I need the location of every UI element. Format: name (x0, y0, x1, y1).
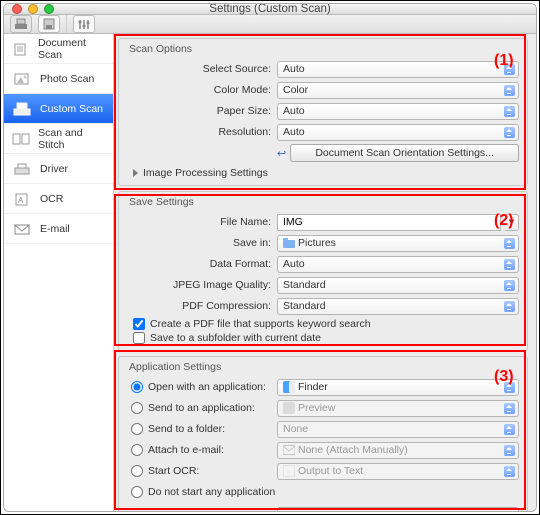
pdf-keyword-checkbox[interactable] (133, 318, 145, 330)
window-title: Settings (Custom Scan) (4, 3, 536, 15)
orientation-reset-icon[interactable]: ↩︎ (277, 147, 286, 160)
ocr-icon: A (12, 192, 32, 206)
orientation-settings-button[interactable]: Document Scan Orientation Settings... (290, 144, 519, 162)
start-ocr-radio[interactable] (131, 465, 143, 477)
save-settings-group: Save Settings File Name: ▾ Save in: Pict… (118, 191, 528, 351)
save-settings-title: Save Settings (129, 196, 519, 208)
finder-icon (283, 381, 295, 393)
preview-icon (283, 402, 295, 414)
scan-options-title: Scan Options (129, 43, 519, 55)
sidebar-item-ocr[interactable]: A OCR (4, 184, 113, 214)
data-format-dropdown[interactable]: Auto (277, 256, 519, 273)
pdf-compression-label: PDF Compression: (127, 300, 277, 312)
pdf-compression-dropdown[interactable]: Standard (277, 298, 519, 315)
open-with-radio[interactable] (131, 381, 143, 393)
jpeg-quality-dropdown[interactable]: Standard (277, 277, 519, 294)
sidebar-item-label: Driver (40, 163, 68, 175)
sidebar-item-label: Photo Scan (40, 73, 94, 85)
application-settings-group: Application Settings Open with an applic… (118, 356, 528, 512)
select-source-label: Select Source: (127, 63, 277, 75)
toolbar-separator (66, 15, 67, 33)
send-app-dropdown[interactable]: Preview (277, 400, 519, 417)
resolution-dropdown[interactable]: Auto (277, 124, 519, 141)
save-in-label: Save in: (127, 237, 277, 249)
settings-window: Settings (Custom Scan) Document Scan Pho… (3, 3, 537, 512)
collapse-triangle-icon (133, 169, 138, 177)
sidebar-item-driver[interactable]: Driver (4, 154, 113, 184)
color-mode-label: Color Mode: (127, 84, 277, 96)
folder-icon (283, 238, 295, 248)
send-folder-radio[interactable] (131, 423, 143, 435)
application-settings-title: Application Settings (129, 361, 519, 373)
color-mode-dropdown[interactable]: Color (277, 82, 519, 99)
sidebar-item-label: E-mail (40, 223, 70, 235)
sidebar-item-photo-scan[interactable]: Photo Scan (4, 64, 113, 94)
sidebar: Document Scan Photo Scan Custom Scan Sca… (4, 34, 114, 512)
more-functions-button[interactable]: More Functions (277, 507, 519, 512)
sidebar-item-label: Scan and Stitch (38, 127, 105, 151)
select-source-dropdown[interactable]: Auto (277, 61, 519, 78)
pdf-keyword-label: Create a PDF file that supports keyword … (150, 318, 371, 330)
email-icon (12, 222, 32, 236)
send-folder-label: Send to a folder: (148, 423, 225, 435)
text-icon (283, 465, 295, 477)
data-format-label: Data Format: (127, 258, 277, 270)
open-with-dropdown[interactable]: Finder (277, 379, 519, 396)
scan-stitch-icon (12, 132, 30, 146)
sidebar-item-email[interactable]: E-mail (4, 214, 113, 244)
toolbar-scan-icon[interactable] (10, 15, 32, 33)
send-app-label: Send to an application: (148, 402, 255, 414)
sidebar-item-scan-stitch[interactable]: Scan and Stitch (4, 124, 113, 154)
subfolder-checkbox[interactable] (133, 332, 145, 344)
sidebar-item-label: OCR (40, 193, 63, 205)
no-app-radio[interactable] (131, 486, 143, 498)
photo-scan-icon (12, 72, 32, 86)
svg-text:A: A (18, 196, 24, 205)
no-app-label: Do not start any application (148, 486, 275, 498)
file-name-label: File Name: (127, 216, 277, 228)
scan-options-group: Scan Options Select Source: Auto Color M… (118, 38, 528, 186)
toolbar (4, 15, 536, 34)
titlebar: Settings (Custom Scan) (4, 4, 536, 15)
file-name-input[interactable] (277, 214, 501, 231)
mail-icon (283, 445, 295, 455)
custom-scan-icon (12, 102, 32, 116)
attach-email-label: Attach to e-mail: (148, 444, 224, 456)
file-name-history-button[interactable]: ▾ (505, 214, 519, 231)
driver-icon (12, 162, 32, 176)
sidebar-item-label: Custom Scan (40, 103, 103, 115)
paper-size-label: Paper Size: (127, 105, 277, 117)
image-processing-toggle[interactable]: Image Processing Settings (133, 167, 519, 179)
send-folder-dropdown[interactable]: None (277, 421, 519, 438)
main-panel: Scan Options Select Source: Auto Color M… (114, 34, 536, 512)
jpeg-quality-label: JPEG Image Quality: (127, 279, 277, 291)
toolbar-settings-icon[interactable] (73, 15, 95, 33)
sidebar-item-label: Document Scan (38, 37, 105, 61)
open-with-label: Open with an application: (148, 381, 266, 393)
subfolder-label: Save to a subfolder with current date (150, 332, 321, 344)
save-in-dropdown[interactable]: Pictures (277, 235, 519, 252)
paper-size-dropdown[interactable]: Auto (277, 103, 519, 120)
document-scan-icon (12, 42, 30, 56)
attach-email-radio[interactable] (131, 444, 143, 456)
start-ocr-dropdown[interactable]: Output to Text (277, 463, 519, 480)
toolbar-save-icon[interactable] (38, 15, 60, 33)
sidebar-item-document-scan[interactable]: Document Scan (4, 34, 113, 64)
sidebar-item-custom-scan[interactable]: Custom Scan (4, 94, 113, 124)
resolution-label: Resolution: (127, 126, 277, 138)
send-app-radio[interactable] (131, 402, 143, 414)
start-ocr-label: Start OCR: (148, 465, 199, 477)
attach-email-dropdown[interactable]: None (Attach Manually) (277, 442, 519, 459)
